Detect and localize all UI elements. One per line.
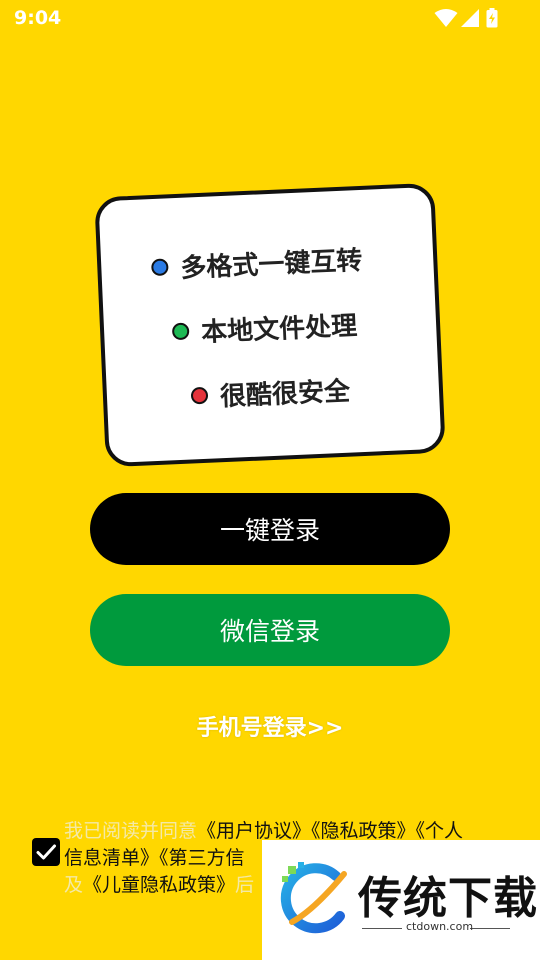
watermark: 传统下载 ctdown.com [262,840,540,960]
watermark-divider [362,928,402,929]
feature-text: 很酷很安全 [219,376,351,412]
personal-info-link-part1[interactable]: 《个人 [416,820,464,842]
onekey-login-button[interactable]: 一键登录 [90,493,450,565]
feature-text: 本地文件处理 [200,310,358,348]
blue-dot-icon [150,257,169,276]
feature-text: 多格式一键互转 [179,245,363,284]
child-privacy-link[interactable]: 《儿童隐私政策》 [83,874,235,896]
third-party-link[interactable]: 《第三方信 [159,847,245,869]
privacy-policy-link[interactable]: 《隐私政策》 [311,820,416,842]
agreement-checkbox[interactable] [32,838,60,866]
feature-item-local-processing: 本地文件处理 [171,303,358,351]
wechat-login-button[interactable]: 微信登录 [90,594,450,666]
watermark-divider [470,928,510,929]
agreement-suffix: 后 [235,874,255,896]
feature-card: 多格式一键互转 本地文件处理 很酷很安全 [94,182,446,468]
agreement-prefix: 我已阅读并同意 [64,820,198,842]
green-dot-icon [171,322,190,340]
status-icons [434,8,500,28]
status-time: 9:04 [14,7,62,29]
checkmark-icon [36,844,56,860]
battery-charging-icon [486,8,498,28]
personal-info-link-part2[interactable]: 信息清单》 [64,847,159,869]
watermark-logo-icon [274,860,354,940]
login-screen: 9:04 多格式一键互转 本地文件处理 很酷很安全 一键登录 微信登录 手机号登… [0,0,540,960]
signal-icon [460,8,480,28]
user-agreement-link[interactable]: 《用户协议》 [197,820,311,842]
phone-login-link[interactable]: 手机号登录>> [0,710,540,742]
agreement-and: 及 [64,874,84,896]
watermark-domain: ctdown.com [406,920,474,933]
status-bar: 9:04 [0,0,540,36]
wifi-icon [434,8,458,28]
red-dot-icon [190,386,209,405]
feature-item-secure: 很酷很安全 [190,369,351,416]
feature-item-format-convert: 多格式一键互转 [150,238,363,287]
watermark-title: 传统下载 [358,873,538,924]
